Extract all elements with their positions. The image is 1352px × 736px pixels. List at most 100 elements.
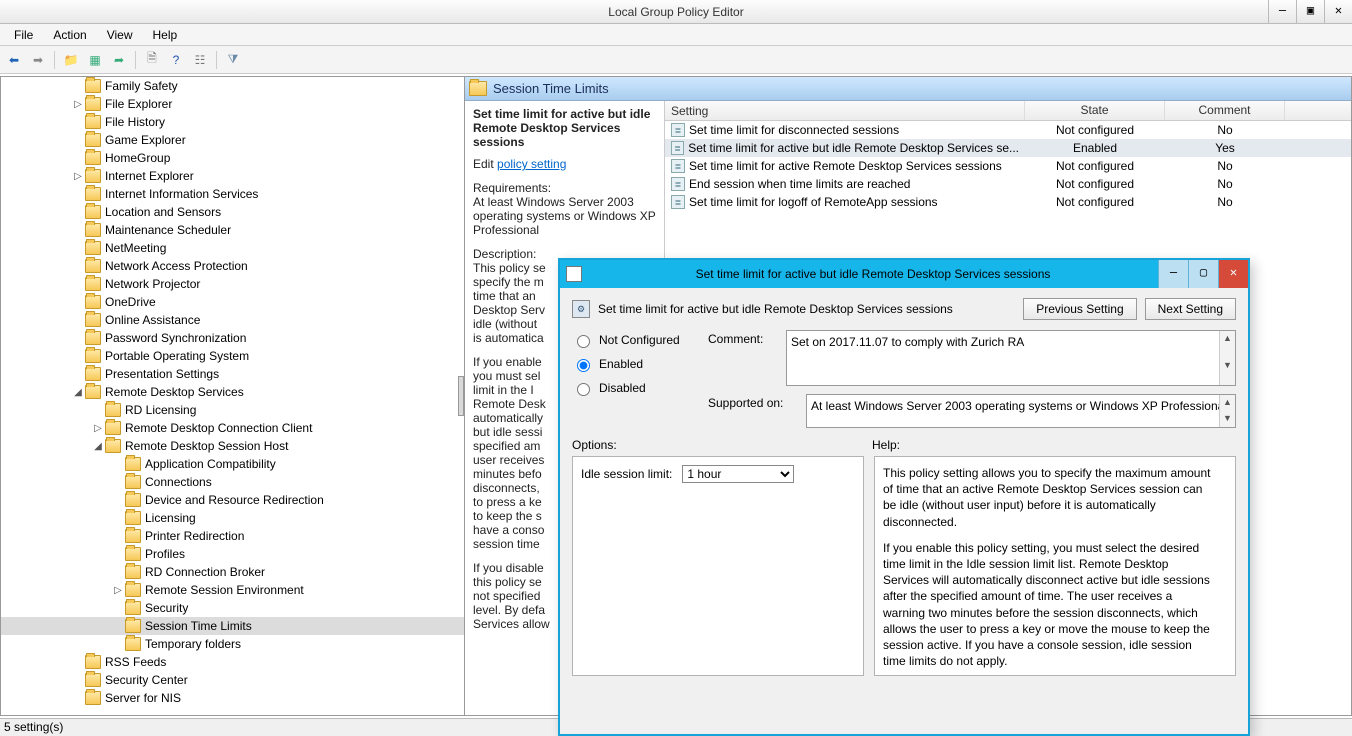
- tree-item[interactable]: ▷Remote Session Environment: [1, 581, 464, 599]
- tree-item[interactable]: Family Safety: [1, 77, 464, 95]
- tree-item-label: Connections: [145, 475, 212, 489]
- menu-view[interactable]: View: [97, 26, 143, 44]
- tree-item[interactable]: RD Connection Broker: [1, 563, 464, 581]
- tree-item[interactable]: Licensing: [1, 509, 464, 527]
- folder-icon: [85, 691, 101, 705]
- expander-icon[interactable]: ▷: [71, 171, 85, 182]
- list-row[interactable]: ≣End session when time limits are reache…: [665, 175, 1351, 193]
- expander-icon[interactable]: ▷: [111, 585, 125, 596]
- dialog-maximize-button[interactable]: ▢: [1188, 260, 1218, 288]
- policy-icon: ≣: [671, 123, 685, 137]
- col-setting[interactable]: Setting: [665, 101, 1025, 120]
- folder-icon: [105, 421, 121, 435]
- tree-item[interactable]: ▷File Explorer: [1, 95, 464, 113]
- tree-item-label: Server for NIS: [105, 691, 181, 705]
- tree-item[interactable]: Portable Operating System: [1, 347, 464, 365]
- tree-item[interactable]: Device and Resource Redirection: [1, 491, 464, 509]
- tree-item[interactable]: Game Explorer: [1, 131, 464, 149]
- tree-item-label: Security Center: [105, 673, 188, 687]
- tree-item[interactable]: Application Compatibility: [1, 455, 464, 473]
- radio-enabled[interactable]: Enabled: [572, 356, 692, 372]
- tree-item-label: HomeGroup: [105, 151, 170, 165]
- col-comment[interactable]: Comment: [1165, 101, 1285, 120]
- tree-item[interactable]: Security Center: [1, 671, 464, 689]
- tree-item-label: Maintenance Scheduler: [105, 223, 231, 237]
- tree-item[interactable]: HomeGroup: [1, 149, 464, 167]
- options-label: Options:: [572, 438, 872, 452]
- navigation-tree[interactable]: ⋮ Family Safety ▷File ExplorerFile Histor…: [0, 76, 465, 716]
- previous-setting-button[interactable]: Previous Setting: [1023, 298, 1136, 320]
- tree-item[interactable]: Maintenance Scheduler: [1, 221, 464, 239]
- back-button[interactable]: ⬅: [4, 50, 24, 70]
- minimize-button[interactable]: —: [1268, 0, 1296, 24]
- export-button[interactable]: ➦: [109, 50, 129, 70]
- folder-icon: [105, 439, 121, 453]
- up-button[interactable]: 📁: [61, 50, 81, 70]
- help-label: Help:: [872, 438, 900, 452]
- list-row[interactable]: ≣Set time limit for logoff of RemoteApp …: [665, 193, 1351, 211]
- tree-item[interactable]: Server for NIS: [1, 689, 464, 707]
- expander-icon[interactable]: ▷: [71, 99, 85, 110]
- list-row[interactable]: ≣Set time limit for active Remote Deskto…: [665, 157, 1351, 175]
- tree-item[interactable]: Security: [1, 599, 464, 617]
- menu-help[interactable]: Help: [143, 26, 188, 44]
- tree-item-label: RD Connection Broker: [145, 565, 265, 579]
- window-controls: — ▣ ✕: [1268, 0, 1352, 24]
- tree-item[interactable]: RSS Feeds: [1, 653, 464, 671]
- help-box[interactable]: This policy setting allows you to specif…: [874, 456, 1236, 676]
- forward-button[interactable]: ➡: [28, 50, 48, 70]
- menu-file[interactable]: File: [4, 26, 43, 44]
- expander-icon[interactable]: ▷: [91, 423, 105, 434]
- menu-action[interactable]: Action: [43, 26, 96, 44]
- comment-field[interactable]: Set on 2017.11.07 to comply with Zurich …: [786, 330, 1236, 386]
- folder-icon: [85, 313, 101, 327]
- tree-item[interactable]: Online Assistance: [1, 311, 464, 329]
- tree-item[interactable]: ▷Remote Desktop Connection Client: [1, 419, 464, 437]
- tree-item[interactable]: NetMeeting: [1, 239, 464, 257]
- expander-icon[interactable]: ◢: [71, 387, 85, 398]
- maximize-button[interactable]: ▣: [1296, 0, 1324, 24]
- tree-item[interactable]: OneDrive: [1, 293, 464, 311]
- tree-item[interactable]: Temporary folders: [1, 635, 464, 653]
- tree-item-label: Password Synchronization: [105, 331, 246, 345]
- tree-item[interactable]: ◢Remote Desktop Services: [1, 383, 464, 401]
- tree-item[interactable]: ◢Remote Desktop Session Host: [1, 437, 464, 455]
- idle-limit-select[interactable]: 1 hour: [682, 465, 794, 483]
- splitter-handle[interactable]: ⋮: [458, 376, 464, 416]
- radio-not-configured[interactable]: Not Configured: [572, 332, 692, 348]
- setting-name: Set time limit for disconnected sessions: [689, 123, 899, 137]
- tree-item[interactable]: Printer Redirection: [1, 527, 464, 545]
- help-button[interactable]: ?: [166, 50, 186, 70]
- edit-policy-link[interactable]: policy setting: [497, 157, 566, 171]
- dialog-minimize-button[interactable]: —: [1158, 260, 1188, 288]
- dialog-close-button[interactable]: ✕: [1218, 260, 1248, 288]
- refresh-button[interactable]: 🗎: [142, 50, 162, 70]
- folder-icon: [85, 241, 101, 255]
- radio-disabled[interactable]: Disabled: [572, 380, 692, 396]
- tree-item[interactable]: Connections: [1, 473, 464, 491]
- tree-item[interactable]: ▷Internet Explorer: [1, 167, 464, 185]
- list-row[interactable]: ≣ Set time limit for disconnected session…: [665, 121, 1351, 139]
- tree-item[interactable]: RD Licensing: [1, 401, 464, 419]
- tree-item[interactable]: Password Synchronization: [1, 329, 464, 347]
- tree-item[interactable]: File History: [1, 113, 464, 131]
- tree-item-label: Network Projector: [105, 277, 200, 291]
- tree-item[interactable]: Presentation Settings: [1, 365, 464, 383]
- tree-item[interactable]: Network Projector: [1, 275, 464, 293]
- tree-item[interactable]: Profiles: [1, 545, 464, 563]
- list-row[interactable]: ≣Set time limit for active but idle Remo…: [665, 139, 1351, 157]
- setting-state: Not configured: [1025, 123, 1165, 137]
- expander-icon[interactable]: ◢: [91, 441, 105, 452]
- tree-item[interactable]: Location and Sensors: [1, 203, 464, 221]
- tree-item-label: Family Safety: [105, 79, 178, 93]
- filter-button[interactable]: ⧩: [223, 50, 243, 70]
- show-hide-tree-button[interactable]: ▦: [85, 50, 105, 70]
- tree-item[interactable]: Session Time Limits: [1, 617, 464, 635]
- properties-button[interactable]: ☷: [190, 50, 210, 70]
- dialog-titlebar[interactable]: Set time limit for active but idle Remot…: [560, 260, 1248, 288]
- next-setting-button[interactable]: Next Setting: [1145, 298, 1236, 320]
- close-button[interactable]: ✕: [1324, 0, 1352, 24]
- col-state[interactable]: State: [1025, 101, 1165, 120]
- tree-item[interactable]: Network Access Protection: [1, 257, 464, 275]
- tree-item[interactable]: Internet Information Services: [1, 185, 464, 203]
